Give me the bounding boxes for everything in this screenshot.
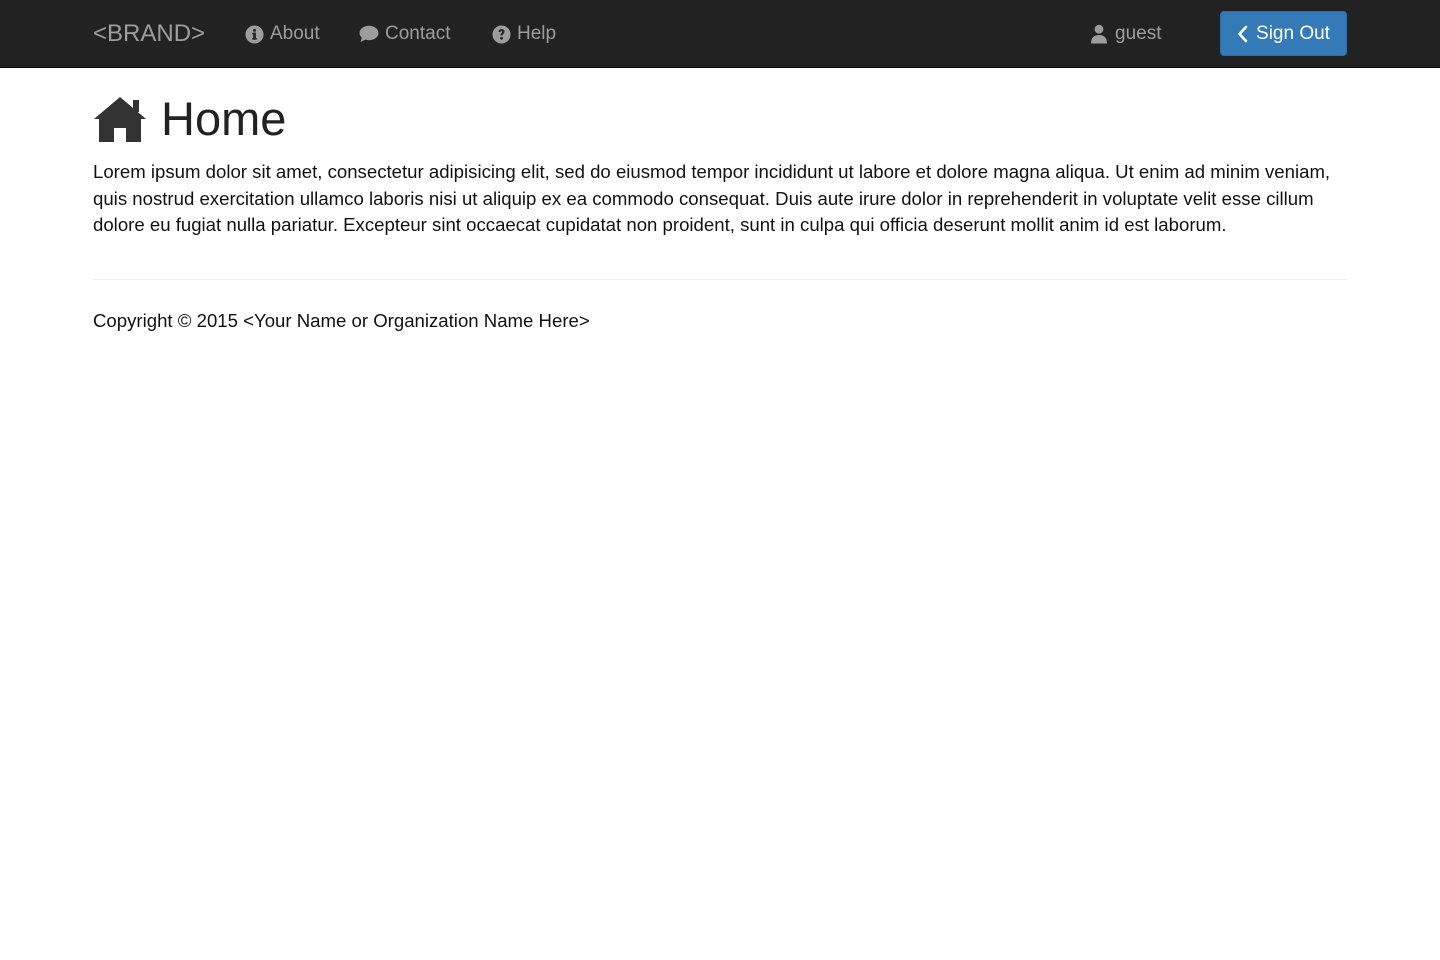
top-navbar: <BRAND> About Contact Help guest Sign Ou… (0, 0, 1440, 68)
nav-contact-link[interactable]: Contact (359, 21, 450, 47)
sign-out-button[interactable]: Sign Out (1220, 11, 1347, 56)
nav-help-label: Help (517, 23, 557, 44)
nav-about-label: About (270, 23, 320, 44)
home-icon (93, 95, 147, 143)
chevron-left-icon (1237, 25, 1248, 43)
nav-contact-label: Contact (385, 23, 451, 44)
sign-out-label: Sign Out (1256, 22, 1330, 44)
page-title: Home (161, 92, 287, 145)
comment-icon (359, 24, 379, 44)
footer-copyright: Copyright © 2015 <Your Name or Organizat… (93, 310, 590, 331)
nav-about-link[interactable]: About (244, 21, 320, 47)
brand-link[interactable]: <BRAND> (93, 19, 205, 49)
footer-divider (93, 279, 1347, 280)
username-label: guest (1115, 23, 1162, 44)
user-icon (1089, 24, 1109, 44)
user-menu[interactable]: guest (1089, 21, 1161, 47)
info-circle-icon (244, 24, 264, 44)
nav-help-link[interactable]: Help (491, 21, 556, 47)
page-header: Home (93, 92, 286, 146)
question-circle-icon (491, 24, 511, 44)
body-paragraph: Lorem ipsum dolor sit amet, consectetur … (93, 161, 1331, 236)
